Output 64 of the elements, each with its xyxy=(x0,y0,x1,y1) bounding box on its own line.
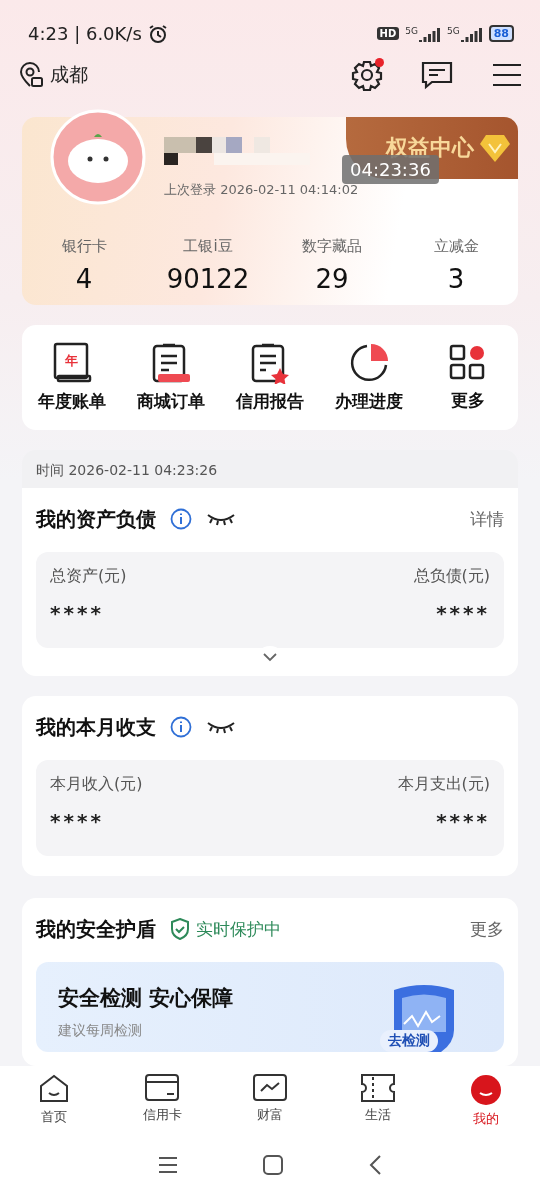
shortcut-item[interactable]: 更多 xyxy=(418,343,518,413)
tab-item[interactable]: 生活 xyxy=(324,1074,432,1140)
signal-icon xyxy=(419,25,441,42)
stat-value: 29 xyxy=(315,264,349,295)
tab-item[interactable]: 信用卡 xyxy=(108,1074,216,1140)
details-link[interactable]: 详情 xyxy=(470,507,504,531)
shortcut-item[interactable]: 办理进度 xyxy=(319,342,419,414)
amount-label: 本月支出(元) xyxy=(397,774,490,795)
eye-closed-icon[interactable] xyxy=(206,511,236,527)
more-link[interactable]: 更多 xyxy=(470,917,504,941)
timestamp-text: 时间 2026-02-11 04:23:26 xyxy=(36,462,218,478)
chevron-down-icon xyxy=(262,652,278,662)
hd-badge: HD xyxy=(376,27,400,41)
alarm-icon xyxy=(147,23,168,44)
shortcut-item[interactable]: 商城订单 xyxy=(121,342,221,414)
ticket-icon xyxy=(361,1074,395,1102)
battery-level: 88 xyxy=(488,25,514,43)
home-icon xyxy=(39,1074,69,1104)
section-title: 我的资产负债 xyxy=(36,505,156,533)
network-type: 5G xyxy=(447,25,460,36)
chart-icon xyxy=(253,1074,287,1102)
hidden-amount: **** xyxy=(436,601,490,625)
hidden-amount: **** xyxy=(436,809,490,833)
shortcut-item[interactable]: 信用报告 xyxy=(220,342,320,414)
section-title: 我的安全护盾 xyxy=(36,915,156,943)
shortcut-item[interactable]: 年 年度账单 xyxy=(22,342,122,414)
tab-item[interactable]: 我的 xyxy=(432,1074,540,1140)
menu-nav-icon[interactable] xyxy=(158,1156,178,1174)
amount-label: 总负债(元) xyxy=(413,566,490,587)
banner-title: 安全检测 安心保障 xyxy=(58,985,234,1012)
credit-card-icon xyxy=(145,1074,179,1102)
eye-closed-icon[interactable] xyxy=(206,719,236,735)
info-icon[interactable] xyxy=(170,508,192,530)
amount-label: 本月收入(元) xyxy=(50,774,143,795)
settings-button[interactable] xyxy=(350,58,384,93)
location-icon xyxy=(18,62,44,89)
city-selector[interactable]: 成都 xyxy=(50,62,88,89)
check-button[interactable]: 去检测 xyxy=(380,1030,438,1052)
timer-overlay: 04:23:36 xyxy=(342,155,439,185)
stat-label: 工银i豆 xyxy=(183,237,233,257)
shield-check-icon xyxy=(170,918,190,940)
signal-icon xyxy=(460,25,483,42)
stat-label: 银行卡 xyxy=(61,237,107,257)
stat-label: 立减金 xyxy=(433,237,479,257)
report-star-icon xyxy=(250,342,290,385)
stat-value: 4 xyxy=(75,264,93,295)
hidden-amount: **** xyxy=(50,601,104,625)
status-time: 4:23 | 6.0K/s xyxy=(28,23,142,45)
hidden-amount: **** xyxy=(50,809,104,833)
network-type: 5G xyxy=(405,25,418,36)
back-icon[interactable] xyxy=(368,1154,382,1176)
home-nav-icon[interactable] xyxy=(263,1155,283,1175)
tab-item[interactable]: 首页 xyxy=(0,1074,108,1140)
banner-subtitle: 建议每周检测 xyxy=(58,1022,142,1040)
stat-value: 3 xyxy=(447,264,465,295)
tab-item[interactable]: 财富 xyxy=(216,1074,324,1140)
amount-label: 总资产(元) xyxy=(50,566,127,587)
stat-value: 90122 xyxy=(166,264,250,295)
stat-label: 数字藏品 xyxy=(302,237,362,257)
protection-status: 实时保护中 xyxy=(196,917,281,941)
section-title: 我的本月收支 xyxy=(36,713,156,741)
clipboard-icon xyxy=(150,342,191,385)
info-icon[interactable] xyxy=(170,716,192,738)
smile-avatar-icon xyxy=(470,1074,502,1106)
